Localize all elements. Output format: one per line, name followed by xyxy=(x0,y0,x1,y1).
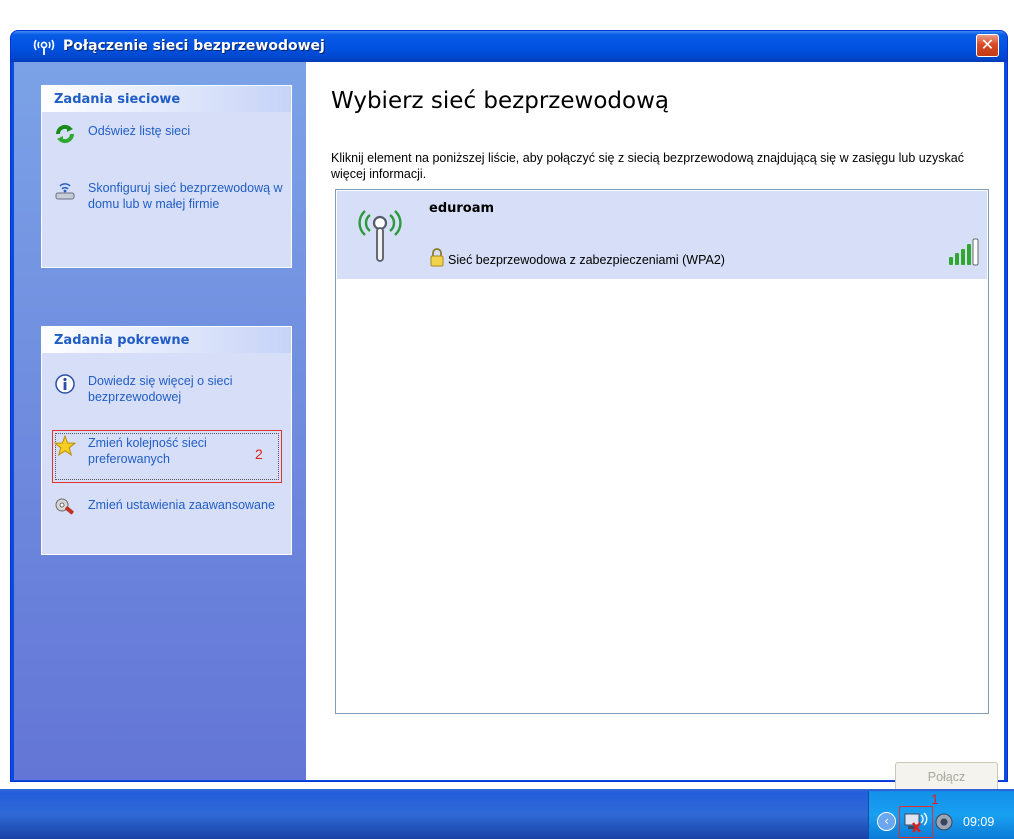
system-clock[interactable]: 09:09 xyxy=(963,815,994,829)
connect-button[interactable]: Połącz xyxy=(895,762,998,792)
setup-wireless-network-link[interactable]: Skonfiguruj sieć bezprzewodową w domu lu… xyxy=(54,180,286,232)
network-list-item[interactable]: eduroam Sieć bezprzewodowa z zabezpiecze… xyxy=(337,191,987,279)
page-description: Kliknij element na poniższej liście, aby… xyxy=(331,151,964,181)
page-title: Wybierz sieć bezprzewodową xyxy=(331,88,669,114)
close-button[interactable]: ✕ xyxy=(976,34,999,57)
info-icon xyxy=(55,374,75,394)
related-tasks-header[interactable]: Zadania pokrewne xyxy=(42,327,291,353)
setup-wireless-network-label: Skonfiguruj sieć bezprzewodową w domu lu… xyxy=(88,181,283,211)
chevron-left-icon: ‹ xyxy=(884,814,889,828)
related-tasks-group: Zadania pokrewne Dowiedz się więcej o si… xyxy=(41,326,292,555)
change-advanced-settings-label: Zmień ustawienia zaawansowane xyxy=(88,498,275,512)
change-advanced-settings-link[interactable]: Zmień ustawienia zaawansowane xyxy=(54,497,286,533)
main-pane: Wybierz sieć bezprzewodową Kliknij eleme… xyxy=(306,62,1004,792)
learn-about-wireless-label: Dowiedz się więcej o sieci bezprzewodowe… xyxy=(88,374,233,404)
network-ssid: eduroam xyxy=(429,201,495,216)
refresh-network-list-link[interactable]: Odśwież listę sieci xyxy=(54,123,286,145)
refresh-icon xyxy=(55,124,75,144)
star-icon xyxy=(54,435,76,457)
network-security-type: Sieć bezprzewodowa z zabezpieczeniami (W… xyxy=(448,253,725,267)
taskbar xyxy=(0,789,1014,839)
refresh-network-list-label: Odśwież listę sieci xyxy=(88,124,191,138)
wireless-tray-icon[interactable] xyxy=(903,810,929,834)
speaker-tray-icon[interactable] xyxy=(933,811,955,833)
network-tasks-group: Zadania sieciowe Odśwież listę sieci Sko… xyxy=(41,85,292,268)
network-tasks-header[interactable]: Zadania sieciowe xyxy=(42,86,291,112)
settings-icon xyxy=(55,498,74,515)
change-preferred-order-label: Zmień kolejność sieci preferowanych xyxy=(88,436,207,466)
close-icon: ✕ xyxy=(980,35,995,54)
annotation-marker-1: 1 xyxy=(931,791,939,807)
window-client-area: Zadania sieciowe Odśwież listę sieci Sko… xyxy=(14,62,1004,792)
signal-strength-icon xyxy=(949,238,979,266)
wireless-antenna-icon xyxy=(358,210,402,262)
change-preferred-order-link[interactable]: Zmień kolejność sieci preferowanych xyxy=(54,435,286,471)
window-title: Połączenie sieci bezprzewodowej xyxy=(63,38,325,54)
screen: Połączenie sieci bezprzewodowej ✕ Zadani… xyxy=(0,0,1014,839)
show-hidden-icons-button[interactable]: ‹ xyxy=(877,812,896,831)
network-list[interactable]: eduroam Sieć bezprzewodowa z zabezpiecze… xyxy=(335,189,989,714)
wireless-icon xyxy=(33,39,55,55)
lock-icon xyxy=(430,248,444,267)
task-pane: Zadania sieciowe Odśwież listę sieci Sko… xyxy=(14,62,306,780)
setup-wizard-icon xyxy=(55,183,75,200)
learn-about-wireless-link[interactable]: Dowiedz się więcej o sieci bezprzewodowe… xyxy=(54,373,286,409)
title-bar[interactable]: Połączenie sieci bezprzewodowej ✕ xyxy=(11,31,1007,62)
wireless-connection-window: Połączenie sieci bezprzewodowej ✕ Zadani… xyxy=(10,30,1008,792)
